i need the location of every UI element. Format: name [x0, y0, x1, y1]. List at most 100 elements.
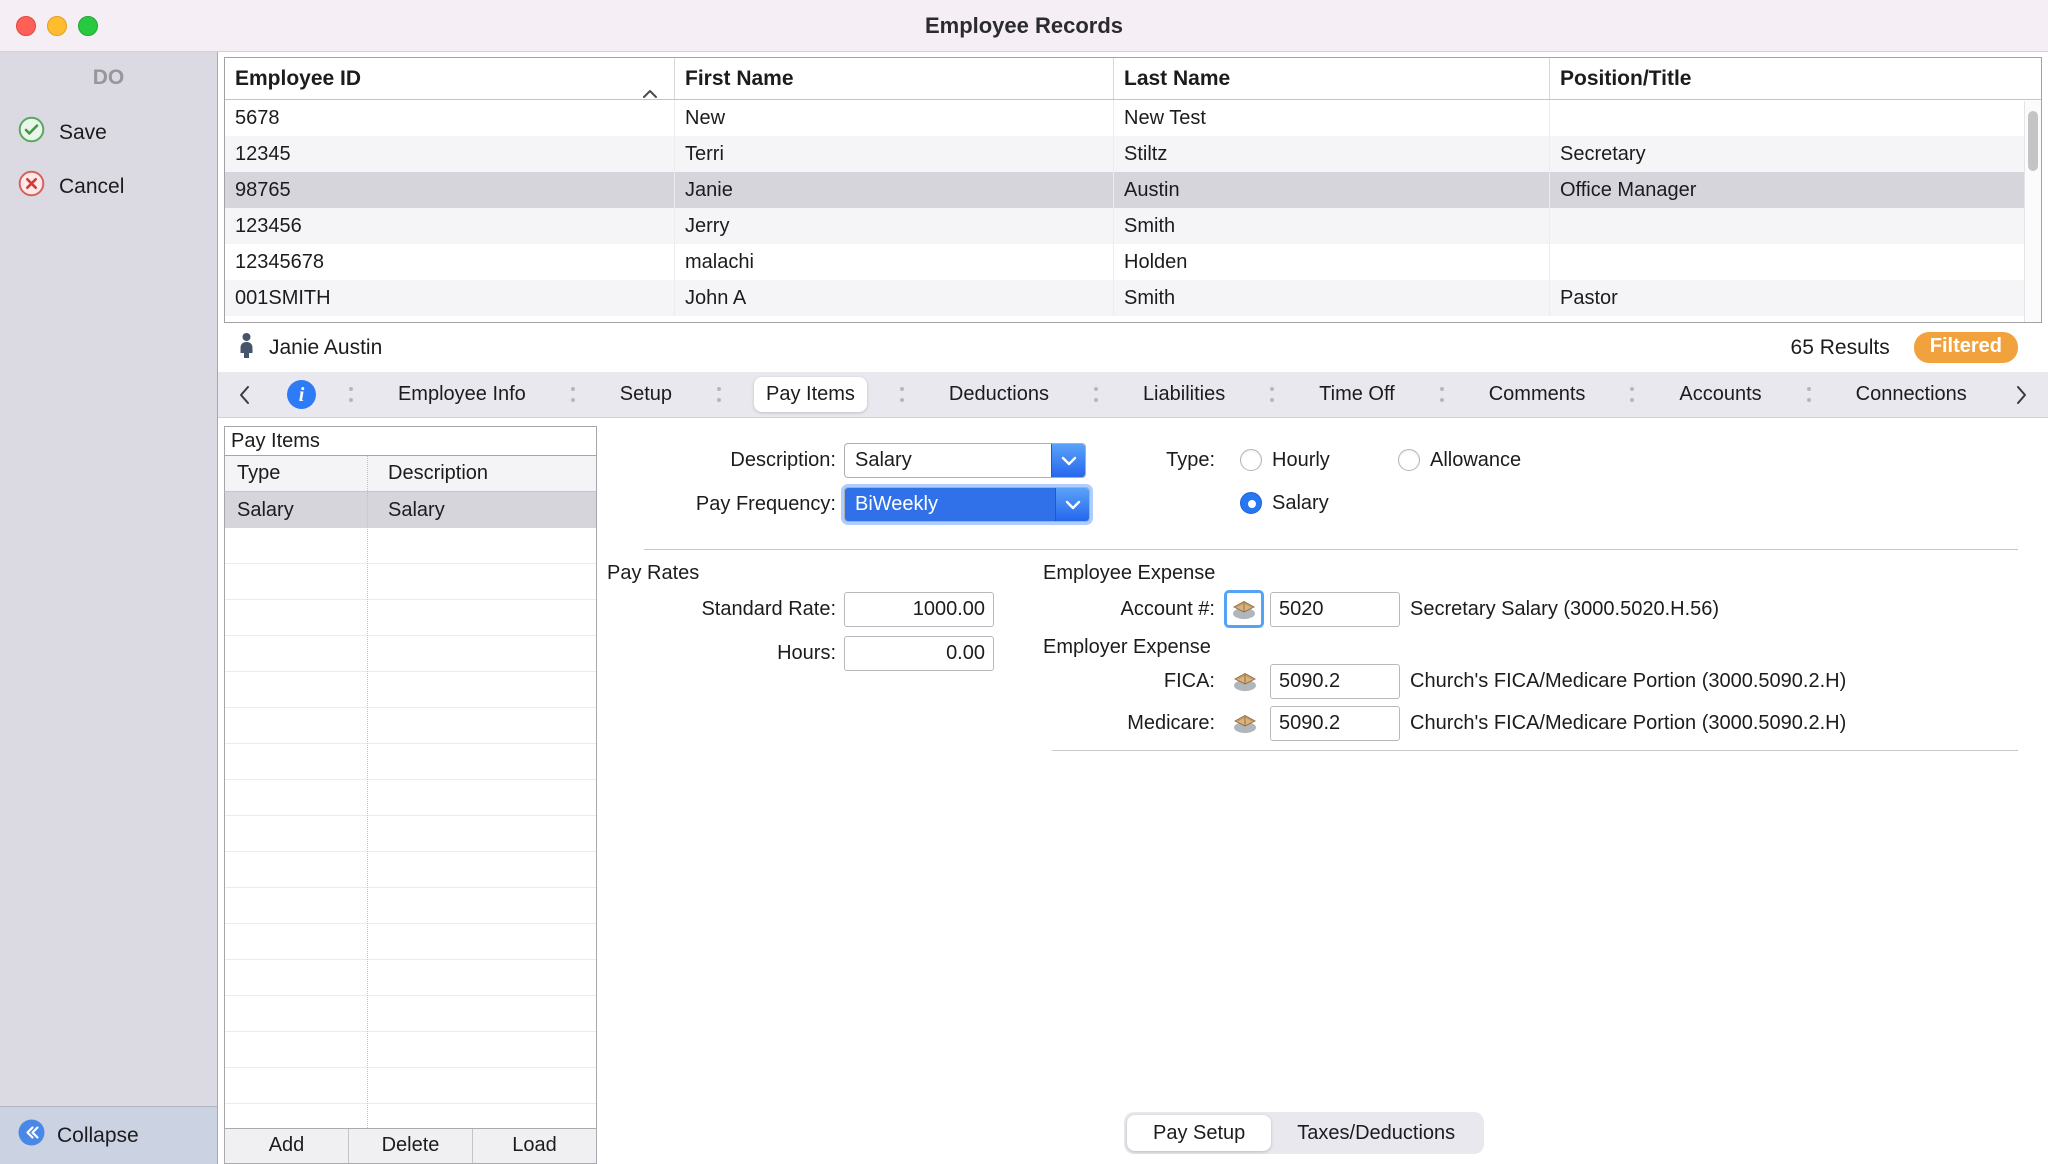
table-row-selected[interactable]: 98765 Janie Austin Office Manager — [225, 172, 2041, 208]
description-label: Description: — [620, 443, 836, 478]
tab-separator-icon — [1630, 387, 1634, 402]
cell-employee-id: 12345 — [225, 136, 675, 172]
table-scrollbar-thumb[interactable] — [2028, 111, 2038, 171]
pay-rates-title: Pay Rates — [607, 560, 699, 586]
delete-pay-item-button[interactable]: Delete — [349, 1129, 473, 1163]
window-title: Employee Records — [925, 13, 1123, 39]
ledger-icon — [1232, 670, 1258, 692]
cell-last-name: Smith — [1114, 280, 1550, 316]
pay-items-panel-title: Pay Items — [224, 426, 597, 456]
standard-rate-field[interactable] — [844, 592, 994, 627]
cancel-x-icon — [18, 170, 45, 203]
cell-position — [1550, 208, 2041, 244]
tab-time-off[interactable]: Time Off — [1307, 377, 1407, 412]
table-row[interactable]: 123456 Jerry Smith — [225, 208, 2041, 244]
section-divider — [644, 549, 2018, 550]
info-icon[interactable] — [287, 380, 316, 409]
pay-item-description: Salary — [367, 492, 596, 528]
cell-last-name: Stiltz — [1114, 136, 1550, 172]
close-window-button[interactable] — [16, 16, 36, 36]
pay-items-actions: Add Delete Load — [224, 1128, 597, 1164]
cell-last-name: Austin — [1114, 172, 1550, 208]
fica-account-field[interactable] — [1270, 664, 1400, 699]
pay-item-type: Salary — [225, 492, 367, 528]
cell-first-name: malachi — [675, 244, 1114, 280]
tab-separator-icon — [900, 387, 904, 402]
table-row[interactable]: 12345 Terri Stiltz Secretary — [225, 136, 2041, 172]
medicare-account-description: Church's FICA/Medicare Portion (3000.509… — [1410, 706, 1846, 741]
table-row[interactable]: 5678 New New Test — [225, 100, 2041, 136]
radio-allowance[interactable] — [1398, 449, 1420, 471]
cell-employee-id: 001SMITH — [225, 280, 675, 316]
account-description: Secretary Salary (3000.5020.H.56) — [1410, 592, 1719, 627]
account-number-label: Account #: — [1040, 592, 1215, 627]
medicare-label: Medicare: — [1040, 706, 1215, 741]
standard-rate-label: Standard Rate: — [620, 592, 836, 627]
cell-last-name: Smith — [1114, 208, 1550, 244]
radio-hourly-label[interactable]: Hourly — [1272, 443, 1330, 478]
collapse-button[interactable]: Collapse — [0, 1106, 217, 1164]
column-header-last-name[interactable]: Last Name — [1114, 58, 1550, 99]
tab-deductions[interactable]: Deductions — [937, 377, 1061, 412]
tab-taxes-deductions[interactable]: Taxes/Deductions — [1271, 1115, 1481, 1151]
column-header-first-name[interactable]: First Name — [675, 58, 1114, 99]
radio-salary[interactable] — [1240, 492, 1262, 514]
tabs-scroll-left-button[interactable] — [234, 381, 254, 409]
window-titlebar: Employee Records — [0, 0, 2048, 52]
collapse-button-label: Collapse — [57, 1124, 139, 1148]
tab-pay-items[interactable]: Pay Items — [754, 377, 867, 412]
minimize-window-button[interactable] — [47, 16, 67, 36]
tab-accounts[interactable]: Accounts — [1667, 377, 1773, 412]
sidebar: DO Save Cancel Collapse — [0, 52, 218, 1164]
cell-first-name: New — [675, 100, 1114, 136]
pay-items-panel: Pay Items Type Description Salary Salary… — [224, 426, 597, 1164]
table-row[interactable]: 12345678 malachi Holden — [225, 244, 2041, 280]
account-lookup-button[interactable] — [1224, 590, 1264, 628]
pay-frequency-label: Pay Frequency: — [600, 487, 836, 522]
tab-separator-icon — [1094, 387, 1098, 402]
pay-frequency-value: BiWeekly — [845, 488, 1055, 521]
tabs-scroll-right-button[interactable] — [2012, 381, 2032, 409]
cell-employee-id: 98765 — [225, 172, 675, 208]
chevron-down-icon[interactable] — [1051, 444, 1085, 477]
chevron-down-icon[interactable] — [1055, 488, 1089, 521]
table-row[interactable]: 001SMITH John A Smith Pastor — [225, 280, 2041, 316]
cancel-button[interactable]: Cancel — [18, 170, 124, 203]
description-combobox[interactable]: Salary — [844, 443, 1086, 478]
save-button-label: Save — [59, 121, 107, 145]
window-controls — [16, 0, 98, 51]
medicare-account-field[interactable] — [1270, 706, 1400, 741]
tab-employee-info[interactable]: Employee Info — [386, 377, 538, 412]
pay-frequency-combobox[interactable]: BiWeekly — [844, 487, 1090, 522]
current-record-name: Janie Austin — [269, 336, 382, 360]
record-bar: Janie Austin 65 Results Filtered — [218, 323, 2048, 372]
filtered-badge[interactable]: Filtered — [1914, 332, 2018, 363]
tab-comments[interactable]: Comments — [1477, 377, 1598, 412]
tab-setup[interactable]: Setup — [608, 377, 684, 412]
tab-liabilities[interactable]: Liabilities — [1131, 377, 1237, 412]
account-number-field[interactable] — [1270, 592, 1400, 627]
medicare-account-lookup-button[interactable] — [1228, 708, 1262, 738]
fica-account-lookup-button[interactable] — [1228, 666, 1262, 696]
pay-items-column-headers: Type Description — [224, 456, 597, 492]
tab-bar: Employee Info Setup Pay Items Deductions… — [218, 372, 2048, 418]
cell-position: Pastor — [1550, 280, 2041, 316]
zoom-window-button[interactable] — [78, 16, 98, 36]
load-pay-item-button[interactable]: Load — [473, 1129, 596, 1163]
column-header-position-title[interactable]: Position/Title — [1550, 58, 2041, 99]
tab-pay-setup[interactable]: Pay Setup — [1127, 1115, 1271, 1151]
pay-item-row-selected[interactable]: Salary Salary — [225, 492, 596, 528]
cell-position: Office Manager — [1550, 172, 2041, 208]
save-button[interactable]: Save — [18, 116, 107, 149]
sidebar-header: DO — [0, 66, 217, 90]
column-header-employee-id[interactable]: Employee ID — [225, 58, 675, 99]
section-divider — [1052, 750, 2018, 751]
hours-field[interactable] — [844, 636, 994, 671]
add-pay-item-button[interactable]: Add — [225, 1129, 349, 1163]
radio-allowance-label[interactable]: Allowance — [1430, 443, 1521, 478]
tab-connections[interactable]: Connections — [1844, 377, 1979, 412]
pay-items-list: Salary Salary — [224, 492, 597, 1128]
employee-table: Employee ID First Name Last Name Positio… — [224, 57, 2042, 323]
radio-hourly[interactable] — [1240, 449, 1262, 471]
radio-salary-label[interactable]: Salary — [1272, 486, 1329, 521]
